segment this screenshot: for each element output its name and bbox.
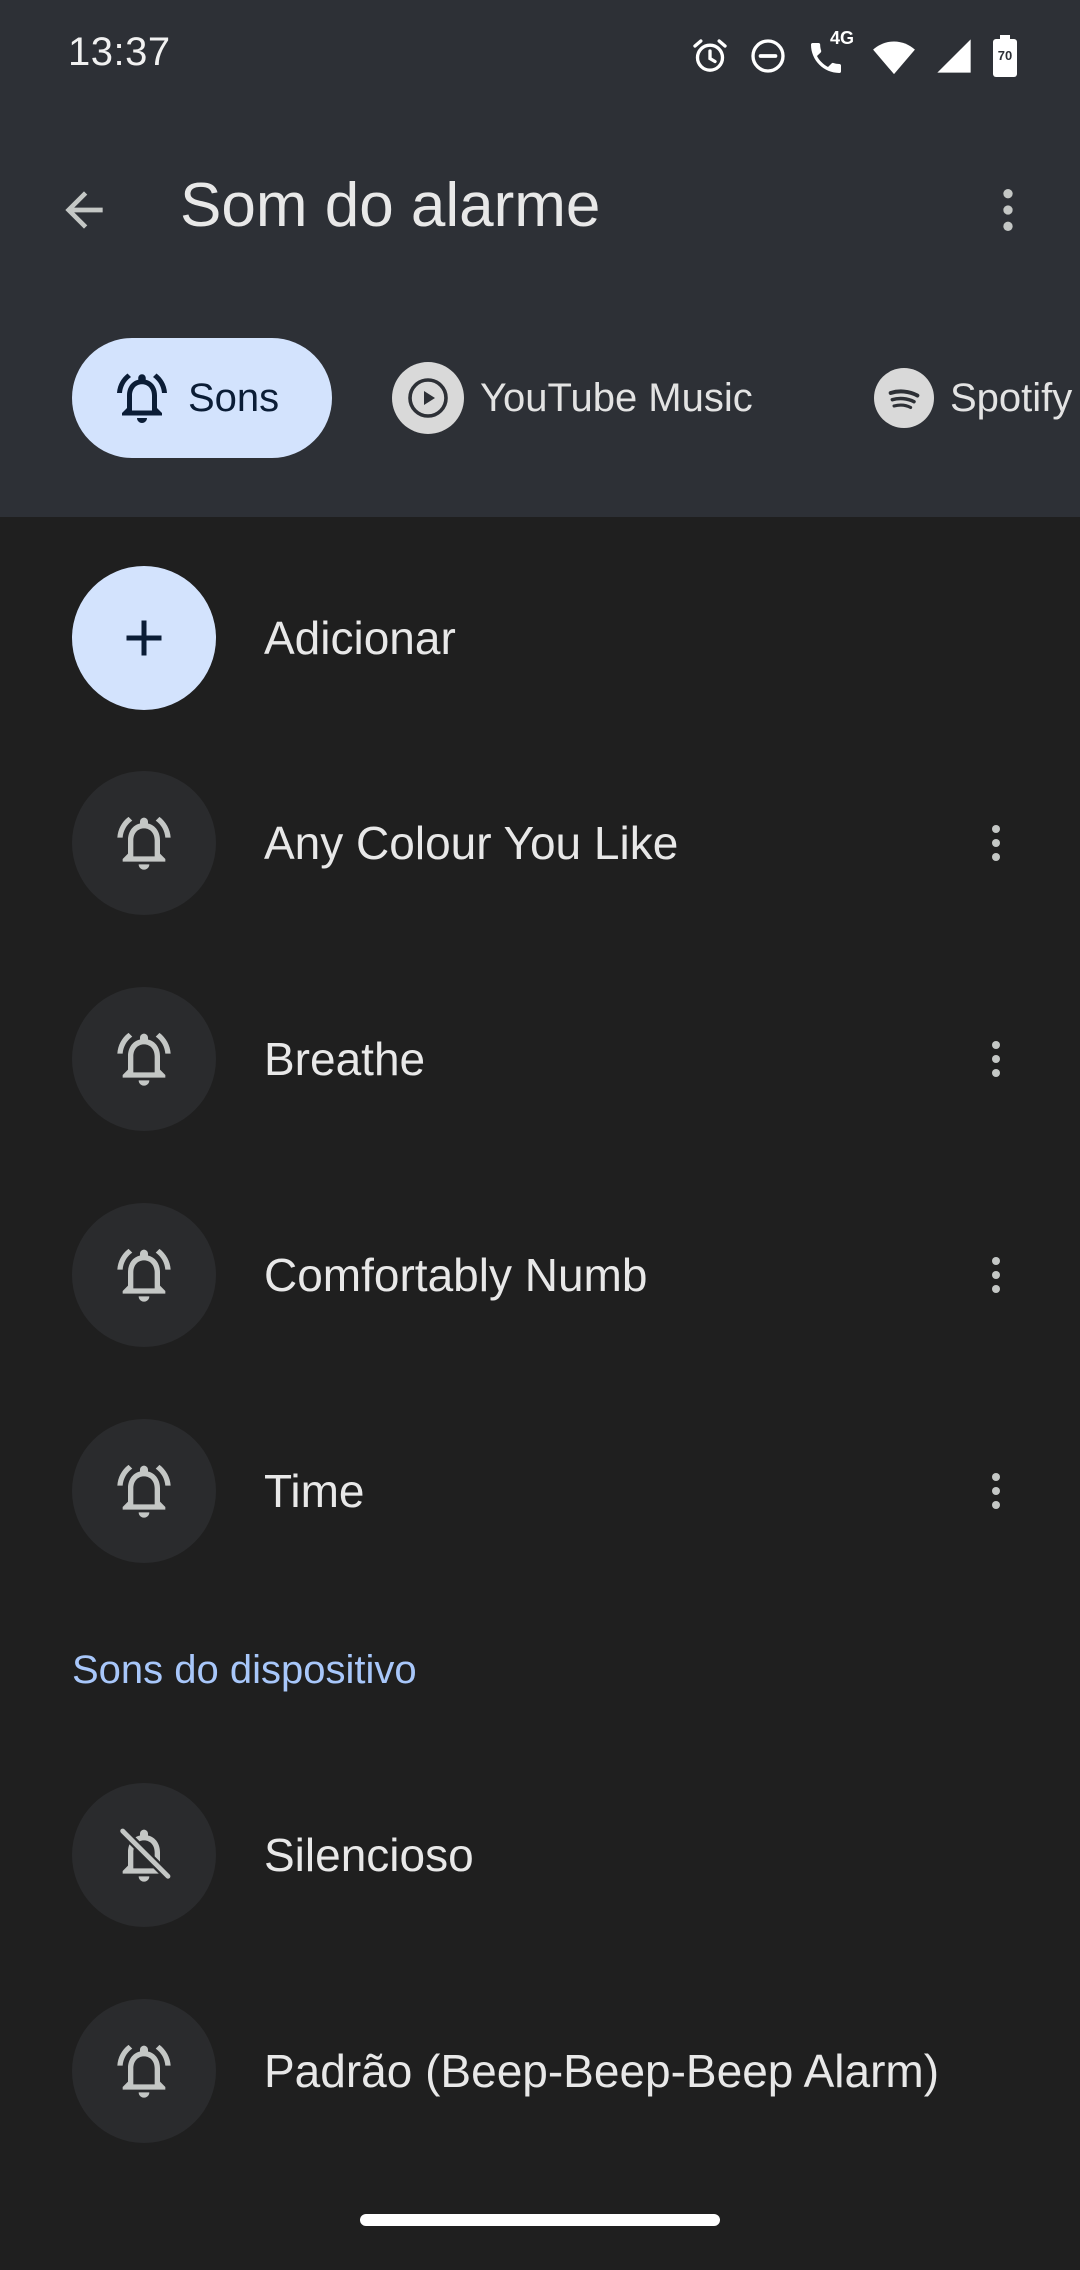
more-vert-icon	[1003, 189, 1013, 231]
arrow-back-icon	[65, 191, 103, 229]
wifi-icon	[873, 41, 915, 75]
sound-title: Silencioso	[264, 1829, 474, 1881]
sound-options-button[interactable]	[952, 1231, 1040, 1319]
add-icon-container	[72, 566, 216, 710]
list-item[interactable]: Any Colour You Like	[0, 768, 1080, 918]
youtube-music-icon	[392, 362, 464, 434]
sound-title: Breathe	[264, 1033, 426, 1085]
home-indicator[interactable]	[360, 2214, 720, 2226]
alarm-bell-icon	[72, 1419, 216, 1563]
tab-spotify[interactable]: Spotify	[874, 338, 1072, 458]
alarm-icon	[693, 39, 727, 72]
back-button[interactable]	[40, 166, 128, 254]
alarm-bell-icon	[72, 1203, 216, 1347]
spotify-icon	[874, 368, 934, 428]
overflow-menu-button[interactable]	[964, 166, 1052, 254]
sound-title: Any Colour You Like	[264, 817, 679, 869]
wifi-calling-icon: 4G	[806, 28, 854, 78]
status-bar: 13:37 4G 70	[0, 0, 1080, 112]
tab-youtube-music[interactable]: YouTube Music	[392, 338, 753, 458]
alarm-bell-icon	[72, 987, 216, 1131]
tab-sons-label: Sons	[188, 375, 280, 420]
list-item[interactable]: Silencioso	[0, 1780, 1080, 1930]
status-time: 13:37	[68, 30, 171, 74]
alarm-bell-icon	[72, 1999, 216, 2143]
tab-sons[interactable]: Sons	[72, 338, 332, 458]
add-sound-label: Adicionar	[264, 612, 456, 664]
sound-title: Padrão (Beep-Beep-Beep Alarm)	[264, 2045, 940, 2097]
do-not-disturb-icon	[751, 39, 785, 73]
battery-icon: 70	[992, 34, 1018, 78]
add-icon	[126, 620, 162, 656]
section-header-device-sounds: Sons do dispositivo	[72, 1648, 417, 1692]
cell-signal-icon	[937, 39, 971, 73]
alarm-bell-icon	[117, 373, 167, 423]
network-type-label: 4G	[830, 28, 855, 48]
tab-spotify-label: Spotify	[950, 375, 1073, 420]
battery-level: 70	[997, 48, 1013, 63]
more-vert-icon	[992, 1041, 1000, 1077]
more-vert-icon	[992, 825, 1000, 861]
sound-title: Comfortably Numb	[264, 1249, 648, 1301]
more-vert-icon	[992, 1473, 1000, 1509]
alarm-sound-screen: 13:37 4G 70 Som do alarme Sons YouTube M…	[0, 0, 1080, 2270]
sound-options-button[interactable]	[952, 1447, 1040, 1535]
sound-options-button[interactable]	[952, 1015, 1040, 1103]
header: 13:37 4G 70 Som do alarme Sons YouTube M…	[0, 0, 1080, 517]
app-bar: Som do alarme	[0, 140, 1080, 272]
list-item[interactable]: Breathe	[0, 984, 1080, 1134]
list-item[interactable]: Comfortably Numb	[0, 1200, 1080, 1350]
alarm-off-icon	[72, 1783, 216, 1927]
list-item[interactable]: Time	[0, 1416, 1080, 1566]
list-item[interactable]: Padrão (Beep-Beep-Beep Alarm)	[0, 1996, 1080, 2146]
sound-options-button[interactable]	[952, 799, 1040, 887]
page-title: Som do alarme	[180, 171, 601, 240]
sound-title: Time	[264, 1465, 365, 1517]
add-sound-row[interactable]: Adicionar	[0, 563, 1080, 713]
source-tabs: Sons YouTube Music Spotify	[0, 338, 1080, 460]
status-icons: 4G 70	[690, 28, 1018, 80]
tab-youtube-music-label: YouTube Music	[480, 375, 753, 420]
alarm-bell-icon	[72, 771, 216, 915]
more-vert-icon	[992, 1257, 1000, 1293]
